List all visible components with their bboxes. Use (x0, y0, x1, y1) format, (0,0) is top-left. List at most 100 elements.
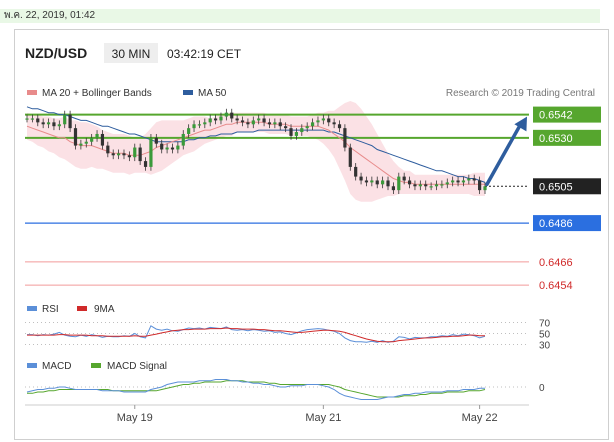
candle-body (348, 147, 352, 167)
candle-body (138, 147, 142, 162)
candle-body (332, 122, 336, 125)
bollinger-band-area (27, 101, 485, 202)
candle-body (483, 186, 487, 191)
candle-body (364, 180, 369, 183)
candle-body (41, 122, 45, 125)
x-tick-label-May 22: May 22 (462, 412, 498, 424)
candle-body (461, 180, 466, 183)
bollinger-band (27, 101, 485, 202)
candle-body (445, 182, 449, 185)
candle-body (370, 180, 374, 183)
watermark: Research © 2019 Trading Central (446, 88, 595, 99)
candle-body (208, 118, 212, 123)
x-tick-label-May 21: May 21 (305, 412, 341, 424)
candle-body (321, 118, 325, 121)
rsi-ma-legend-label: 9MA (94, 304, 115, 315)
candle-body (440, 184, 444, 186)
chart-panel: NZD/USD 30 MIN 03:42:19 CET MA 20 + Boll… (14, 29, 609, 440)
candle-body (154, 137, 158, 144)
level-label-0.6486: 0.6486 (539, 218, 573, 230)
candle-body (359, 176, 363, 181)
candle-body (451, 180, 455, 183)
candle-body (467, 178, 471, 181)
candle-body (230, 112, 234, 119)
rsi-level-label-70: 70 (539, 319, 551, 330)
candle-body (46, 122, 51, 125)
candle-body (472, 178, 476, 181)
candle-body (424, 184, 428, 187)
level-label-0.6454: 0.6454 (539, 280, 573, 292)
level-label-0.6466: 0.6466 (539, 257, 573, 269)
candle-body (343, 128, 347, 148)
candle-body (25, 118, 29, 120)
candle-body (106, 145, 110, 154)
candle-body (203, 122, 207, 125)
candle-body (354, 166, 358, 177)
candle-body (165, 147, 169, 150)
candle-body (413, 184, 417, 187)
candle-body (327, 118, 331, 123)
candle-body (187, 128, 191, 134)
rsi-legend-label: RSI (42, 304, 59, 315)
candle-body (397, 176, 401, 191)
ma50-legend-label: MA 50 (198, 88, 227, 99)
candle-body (79, 143, 83, 146)
candle-body (219, 116, 223, 121)
candle-body (418, 184, 422, 187)
candle-body (294, 132, 299, 136)
candle-body (246, 122, 250, 125)
candle-body (192, 124, 196, 129)
candle-body (240, 120, 245, 123)
candle-body (181, 133, 185, 146)
macd-legend-label: MACD (42, 361, 71, 372)
candle-body (90, 137, 94, 142)
candle-body (160, 143, 164, 150)
candle-body (251, 120, 255, 125)
candle-body (224, 112, 228, 117)
macd-zero-label: 0 (539, 383, 545, 394)
candle-body (143, 161, 148, 167)
candle-body (73, 128, 78, 146)
level-label-0.6542: 0.6542 (539, 110, 573, 122)
candle-body (375, 180, 379, 185)
date-time-label: พ.ค. 22, 2019, 01:42 (4, 10, 96, 21)
rsi-level-label-50: 50 (539, 330, 551, 341)
candle-body (117, 153, 121, 156)
level-label-0.6505: 0.6505 (539, 181, 573, 193)
candle-body (300, 128, 304, 133)
candle-body (456, 180, 460, 183)
candle-body (68, 114, 72, 129)
date-bar: พ.ค. 22, 2019, 01:42 (0, 9, 600, 23)
candle-body (257, 118, 261, 121)
ma20-legend-label: MA 20 + Bollinger Bands (42, 88, 152, 99)
price-level-labels: 0.6542 0.6530 0.6505 0.6486 0.6466 0.6454 (533, 106, 601, 292)
candle-body (273, 122, 277, 125)
candle-body (402, 176, 406, 181)
rsi-level-label-30: 30 (539, 341, 551, 352)
candle-body (149, 137, 153, 167)
level-label-0.6530: 0.6530 (539, 133, 573, 145)
candle-body (111, 153, 115, 156)
rsi-ma-legend-swatch (77, 306, 87, 311)
candle-body (429, 186, 433, 188)
candle-body (95, 133, 99, 138)
rsi-legend-swatch (27, 306, 37, 311)
candle-body (278, 122, 282, 127)
candle-body (267, 122, 272, 125)
candle-body (176, 145, 180, 150)
forecast-arrow (485, 116, 527, 187)
forecast-arrow-shaft (485, 121, 523, 187)
candle-body (407, 180, 412, 185)
candle-body (434, 184, 439, 187)
candle-body (197, 124, 202, 126)
candle-body (36, 118, 40, 123)
candle-body (213, 118, 218, 121)
candle-body (235, 118, 239, 121)
chart-canvas: NZD/USD 30 MIN 03:42:19 CET MA 20 + Boll… (25, 43, 601, 424)
macd-legend-swatch (27, 363, 37, 368)
candle-body (391, 186, 395, 191)
candle-body (284, 126, 288, 129)
candle-body (127, 155, 131, 158)
rsi-panel: 705030 (25, 319, 551, 352)
ma20-legend-swatch (27, 90, 37, 95)
